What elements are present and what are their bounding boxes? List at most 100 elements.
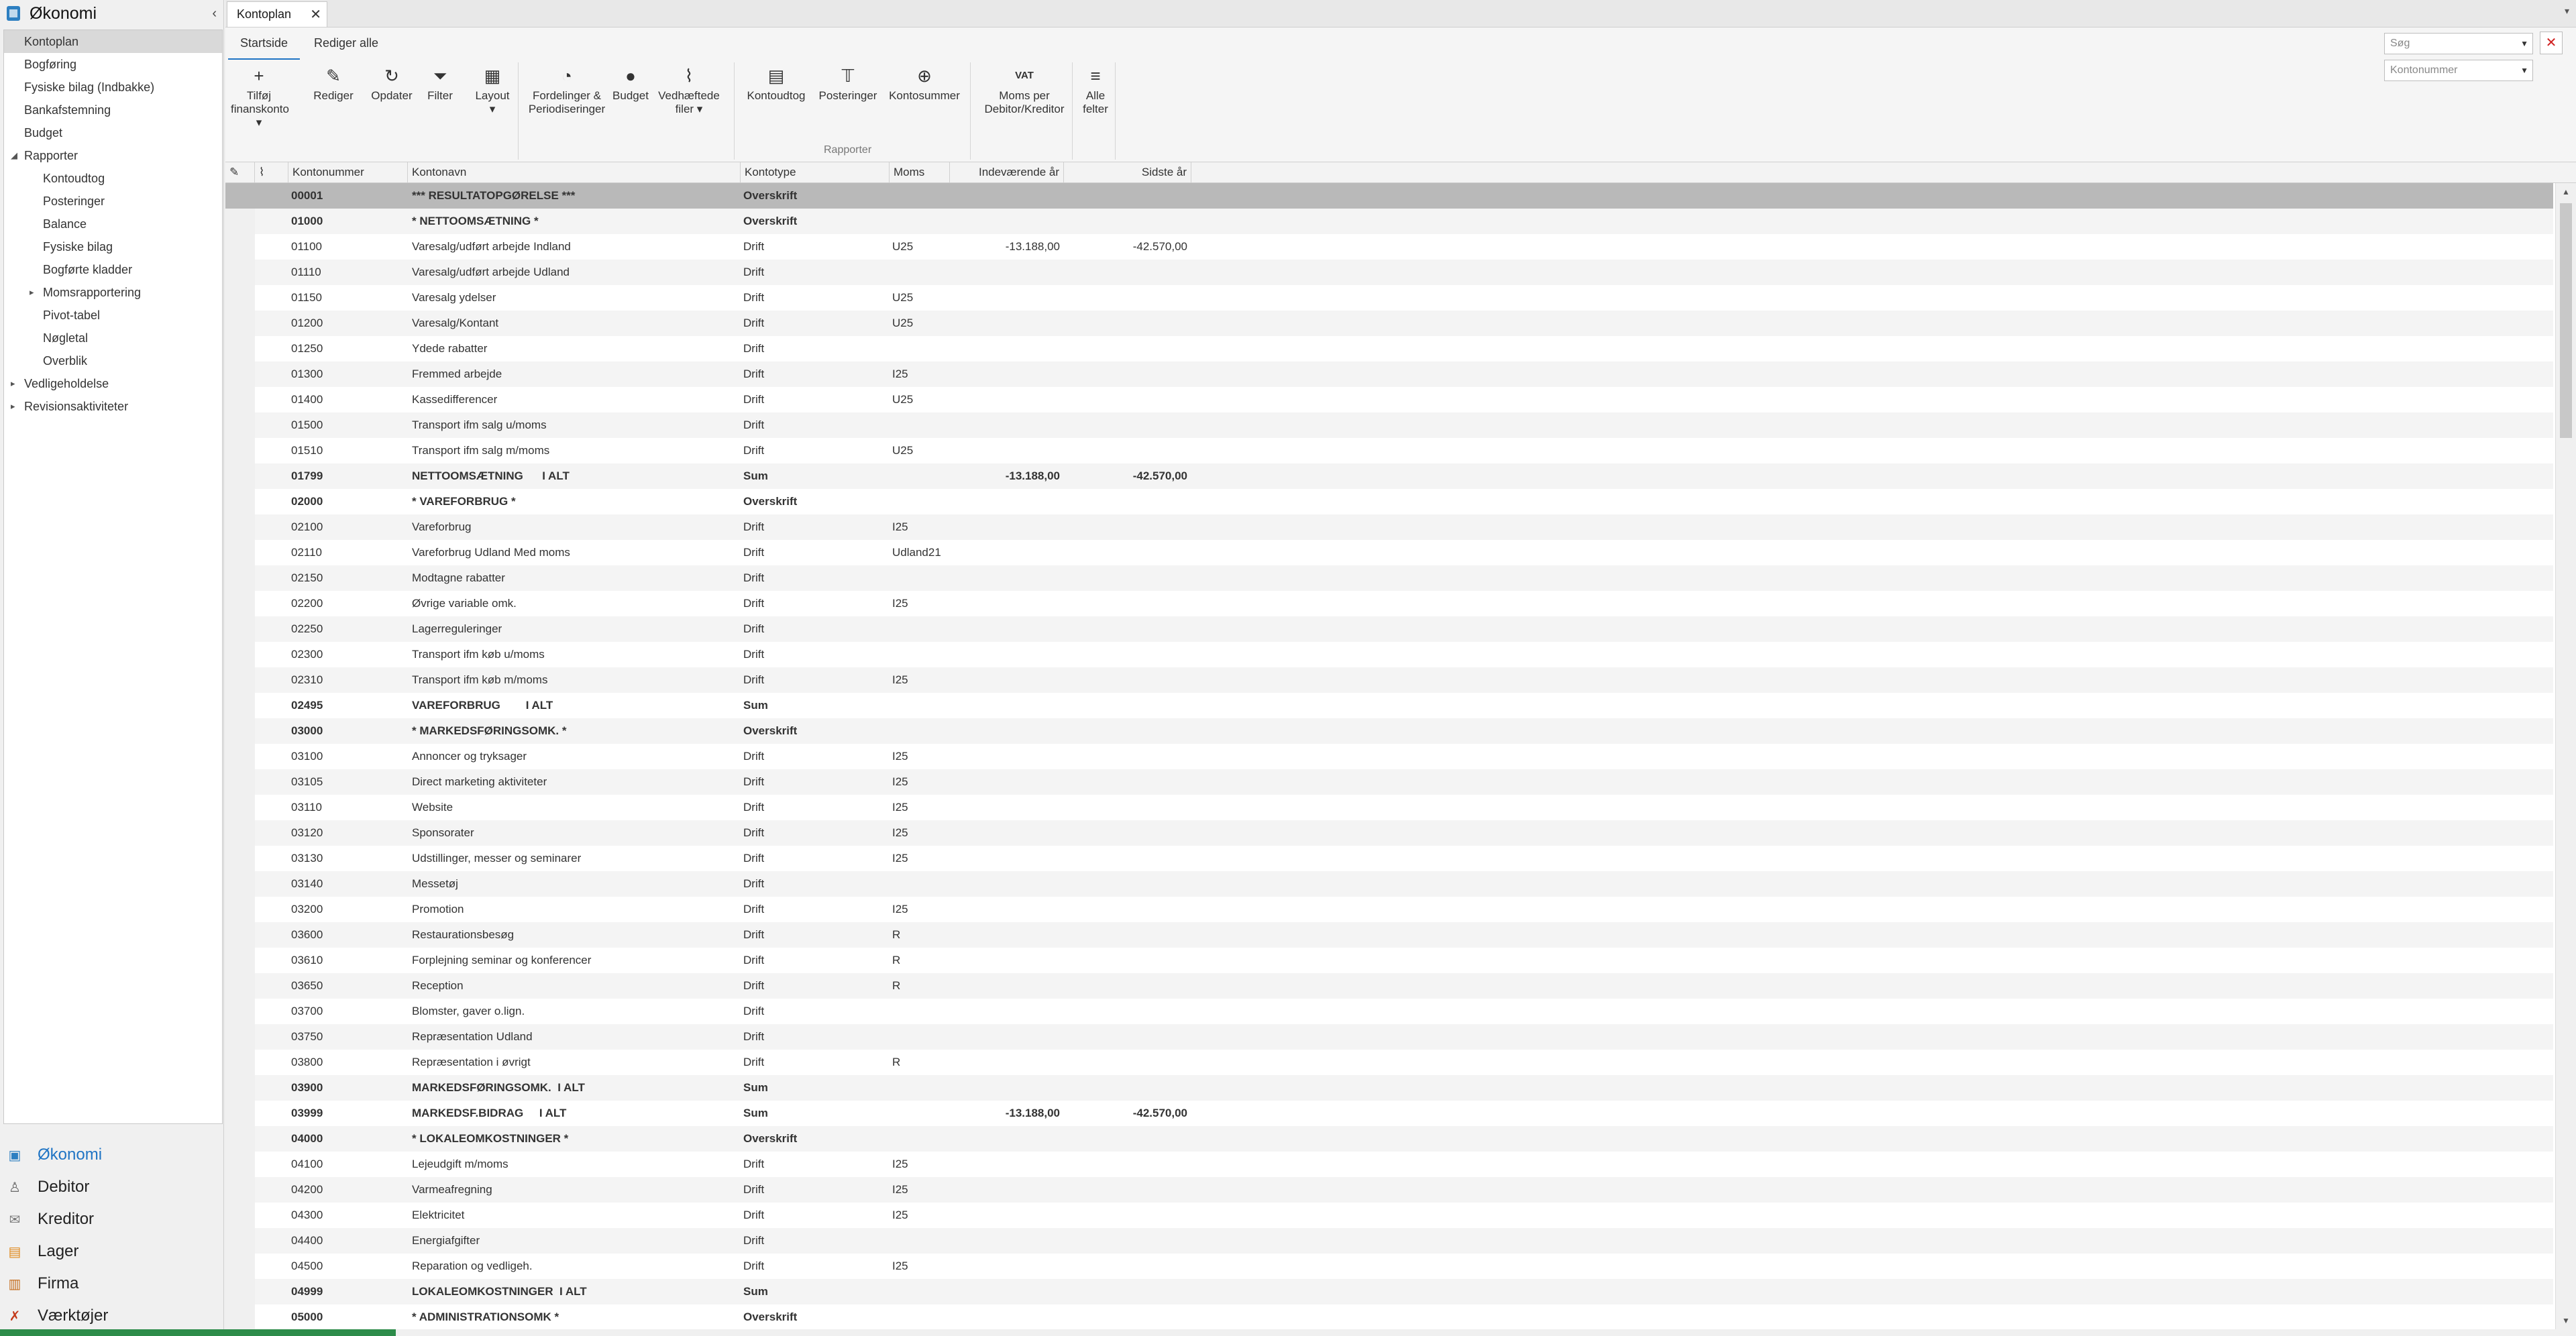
table-row[interactable]: 01400 Kassedifferencer Drift U25 (225, 387, 2553, 412)
table-row[interactable]: 01300 Fremmed arbejde Drift I25 (225, 361, 2553, 387)
table-row[interactable]: 03105 Direct marketing aktiviteter Drift I2… (225, 769, 2553, 795)
table-row[interactable]: 03000 * MARKEDSFØRINGSOMK. * Overskrift (225, 718, 2553, 744)
column-header-last-year[interactable]: Sidste år (1064, 162, 1191, 182)
tree-item[interactable]: Nøgletal (4, 327, 222, 349)
tree-item[interactable]: Fysiske bilag (4, 235, 222, 258)
module-lager[interactable]: ▤ Lager (0, 1235, 223, 1268)
postings-button[interactable]: 𝕋 Posteringer (813, 62, 883, 103)
tab-startside[interactable]: Startside (228, 27, 301, 60)
table-row[interactable]: 02150 Modtagne rabatter Drift (225, 565, 2553, 591)
table-row[interactable]: 03200 Promotion Drift I25 (225, 897, 2553, 922)
column-header-kontonummer[interactable]: Kontonummer (288, 162, 408, 182)
caret-right-icon[interactable]: ▸ (30, 281, 34, 304)
tree-item[interactable]: Fysiske bilag (Indbakke) (4, 76, 222, 99)
scroll-up-icon[interactable]: ▲ (2556, 183, 2576, 201)
table-row[interactable]: 04500 Reparation og vedligeh. Drift I25 (225, 1254, 2553, 1279)
column-header-moms[interactable]: Moms (890, 162, 950, 182)
table-row[interactable]: 03100 Annoncer og tryksager Drift I25 (225, 744, 2553, 769)
table-row[interactable]: 04100 Lejeudgift m/moms Drift I25 (225, 1152, 2553, 1177)
table-row[interactable]: 01110 Varesalg/udført arbejde Udland Drift (225, 260, 2553, 285)
table-row[interactable]: 03900 MARKEDSFØRINGSOMK. I ALT Sum (225, 1075, 2553, 1101)
tree-item[interactable]: ▸ Momsrapportering (4, 281, 222, 304)
table-row[interactable]: 03120 Sponsorater Drift I25 (225, 820, 2553, 846)
table-row[interactable]: 03999 MARKEDSF.BIDRAG I ALT Sum -13.188,00 -… (225, 1101, 2553, 1126)
tree-item[interactable]: Balance (4, 213, 222, 235)
tree-item[interactable]: Posteringer (4, 190, 222, 213)
tree-item[interactable]: Bogførte kladder (4, 258, 222, 281)
scrollbar-thumb[interactable] (2560, 203, 2572, 438)
table-row[interactable]: 04200 Varmeafregning Drift I25 (225, 1177, 2553, 1203)
tree-item[interactable]: Kontoudtog (4, 167, 222, 190)
vat-per-debtor-creditor-button[interactable]: VAT Moms per Debitor/Kreditor (974, 62, 1075, 116)
table-row[interactable]: 03140 Messetøj Drift (225, 871, 2553, 897)
table-row[interactable]: 03650 Reception Drift R (225, 973, 2553, 999)
table-row[interactable]: 02250 Lagerreguleringer Drift (225, 616, 2553, 642)
edit-button[interactable]: ✎ Rediger (310, 62, 357, 103)
table-row[interactable]: 02110 Vareforbrug Udland Med moms Drift Udl… (225, 540, 2553, 565)
table-row[interactable]: 01150 Varesalg ydelser Drift U25 (225, 285, 2553, 311)
column-header-current-year[interactable]: Indeværende år (950, 162, 1064, 182)
tree-item[interactable]: Bankafstemning (4, 99, 222, 121)
table-row[interactable]: 03750 Repræsentation Udland Drift (225, 1024, 2553, 1050)
close-icon[interactable]: ✕ (310, 6, 321, 23)
table-row[interactable]: 01250 Ydede rabatter Drift (225, 336, 2553, 361)
allocations-button[interactable]: ◔ Fordelinger & Periodiseringer (523, 62, 610, 116)
refresh-button[interactable]: ↻ Opdater (366, 62, 417, 103)
filter-button[interactable]: ⏷ Filter (420, 62, 460, 103)
all-fields-button[interactable]: ≡ Alle felter (1076, 62, 1115, 116)
module-debitor[interactable]: ♙ Debitor (0, 1171, 223, 1203)
add-account-button[interactable]: + Tilføj finanskonto ▾ (231, 62, 289, 129)
tree-item[interactable]: Kontoplan (4, 30, 222, 53)
table-row[interactable]: 04400 Energiafgifter Drift (225, 1228, 2553, 1254)
module-kreditor[interactable]: ✉ Kreditor (0, 1203, 223, 1235)
module-firma[interactable]: ▥ Firma (0, 1268, 223, 1300)
tree-item[interactable]: ▸ Revisionsaktiviteter (4, 395, 222, 418)
tab-kontoplan[interactable]: Kontoplan ✕ (227, 1, 327, 27)
table-row[interactable]: 01000 * NETTOOMSÆTNING * Overskrift (225, 209, 2553, 234)
chevron-left-icon[interactable]: ‹ (212, 6, 217, 21)
column-header-kontonavn[interactable]: Kontonavn (408, 162, 741, 182)
note-column-icon[interactable]: ✎ (225, 162, 255, 182)
table-row[interactable]: 03700 Blomster, gaver o.lign. Drift (225, 999, 2553, 1024)
attachments-button[interactable]: ⌇ Vedhæftede filer ▾ (652, 62, 726, 116)
budget-button[interactable]: ● Budget (610, 62, 651, 103)
table-row[interactable]: 01510 Transport ifm salg m/moms Drift U25 (225, 438, 2553, 463)
search-input[interactable]: Søg ▼ (2384, 33, 2533, 54)
account-statement-button[interactable]: ▤ Kontoudtog (739, 62, 813, 103)
table-row[interactable]: 01100 Varesalg/udført arbejde Indland Drif… (225, 234, 2553, 260)
tree-item[interactable]: ▸ Vedligeholdelse (4, 372, 222, 395)
tree-item[interactable]: Pivot-tabel (4, 304, 222, 327)
table-row[interactable]: 01500 Transport ifm salg u/moms Drift (225, 412, 2553, 438)
attachment-column-icon[interactable]: ⌇ (255, 162, 288, 182)
table-row[interactable]: 03130 Udstillinger, messer og seminarer Dr… (225, 846, 2553, 871)
tree-item[interactable]: Budget (4, 121, 222, 144)
table-row[interactable]: 04300 Elektricitet Drift I25 (225, 1203, 2553, 1228)
tree-item[interactable]: Overblik (4, 349, 222, 372)
tab-rediger-alle[interactable]: Rediger alle (302, 27, 390, 58)
table-row[interactable]: 02000 * VAREFORBRUG * Overskrift (225, 489, 2553, 514)
module-værktøjer[interactable]: ✗ Værktøjer (0, 1300, 223, 1332)
scroll-down-icon[interactable]: ▼ (2556, 1312, 2576, 1329)
table-row[interactable]: 02200 Øvrige variable omk. Drift I25 (225, 591, 2553, 616)
layout-button[interactable]: ▦ Layout ▾ (472, 62, 513, 116)
tree-item[interactable]: Bogføring (4, 53, 222, 76)
table-row[interactable]: 02310 Transport ifm køb m/moms Drift I25 (225, 667, 2553, 693)
vertical-scrollbar[interactable]: ▲ ▼ (2555, 183, 2576, 1329)
account-totals-button[interactable]: ⊕ Kontosummer (883, 62, 966, 103)
table-row[interactable]: 04999 LOKALEOMKOSTNINGER I ALT Sum (225, 1279, 2553, 1304)
table-row[interactable]: 01799 NETTOOMSÆTNING I ALT Sum -13.188,00 -4… (225, 463, 2553, 489)
table-row[interactable]: 03600 Restaurationsbesøg Drift R (225, 922, 2553, 948)
table-row[interactable]: 03110 Website Drift I25 (225, 795, 2553, 820)
sort-field-select[interactable]: Kontonummer ▼ (2384, 60, 2533, 81)
caret-right-icon[interactable]: ▸ (11, 372, 15, 395)
caret-right-icon[interactable]: ▸ (11, 395, 15, 418)
table-row[interactable]: 01200 Varesalg/Kontant Drift U25 (225, 311, 2553, 336)
table-row[interactable]: 03800 Repræsentation i øvrigt Drift R (225, 1050, 2553, 1075)
table-row[interactable]: 03610 Forplejning seminar og konferencer D… (225, 948, 2553, 973)
caret-down-icon[interactable]: ◢ (11, 144, 17, 167)
column-header-kontotype[interactable]: Kontotype (741, 162, 890, 182)
table-row[interactable]: 02100 Vareforbrug Drift I25 (225, 514, 2553, 540)
table-row[interactable]: 02495 VAREFORBRUG I ALT Sum (225, 693, 2553, 718)
clear-filter-icon[interactable]: ✕ (2540, 32, 2563, 54)
table-row[interactable]: 00001 *** RESULTATOPGØRELSE *** Overskrift (225, 183, 2553, 209)
